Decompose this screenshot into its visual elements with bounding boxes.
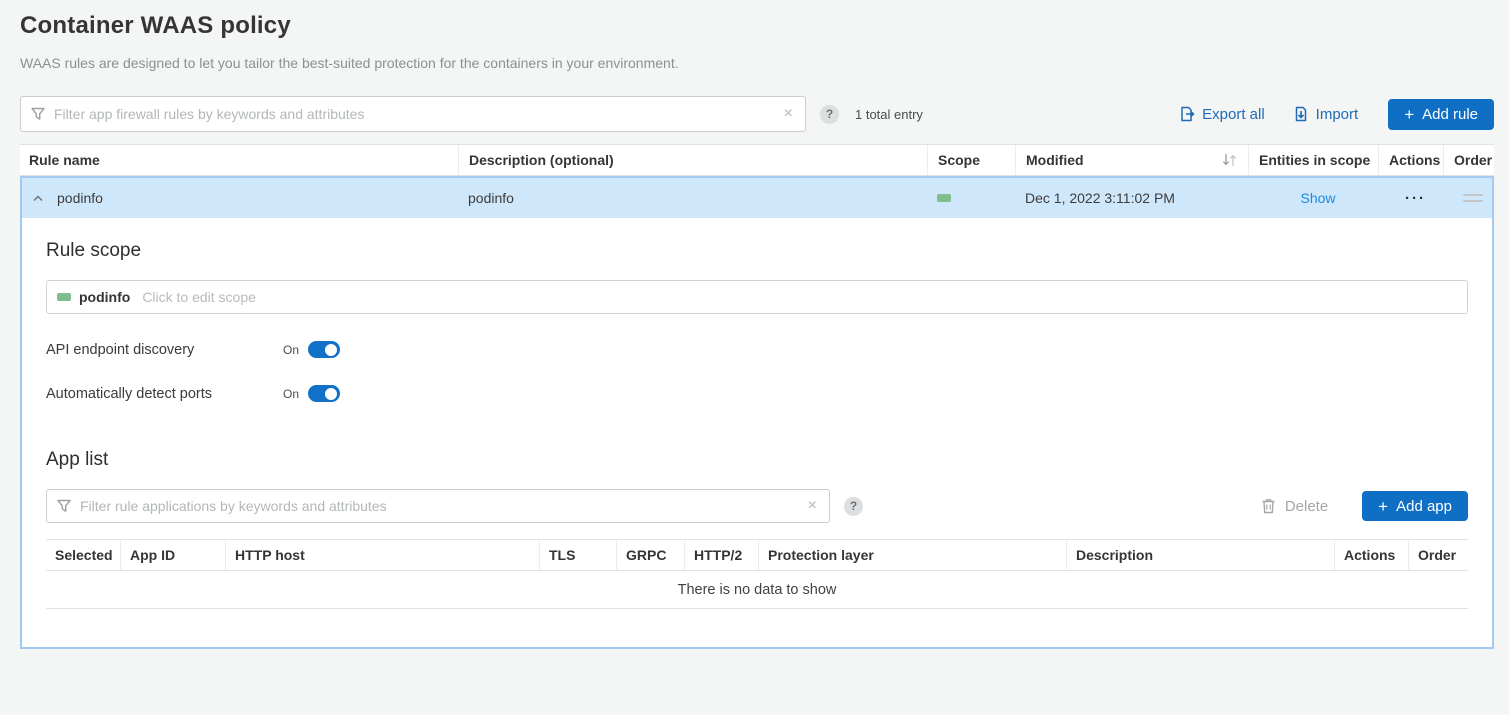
toolbar-actions: Export all Import + Add rule [1179, 99, 1494, 130]
clear-filter-icon[interactable]: × [806, 498, 819, 514]
rules-table: Rule name Description (optional) Scope M… [20, 144, 1494, 649]
cell-modified: Dec 1, 2022 3:11:02 PM [1015, 178, 1248, 218]
cell-order [1443, 178, 1492, 218]
help-icon[interactable]: ? [820, 105, 839, 124]
export-all-button[interactable]: Export all [1179, 106, 1265, 123]
header-actions: Actions [1378, 145, 1443, 175]
scope-value: podinfo [79, 289, 130, 305]
cell-rule-name: podinfo [22, 178, 458, 218]
plus-icon: + [1404, 106, 1414, 123]
actions-menu-icon[interactable]: ··· [1405, 190, 1426, 207]
drag-handle-icon[interactable] [1463, 194, 1483, 202]
help-icon[interactable]: ? [844, 497, 863, 516]
filter-funnel-icon [57, 499, 71, 513]
add-rule-label: Add rule [1422, 106, 1478, 123]
rules-filter-box[interactable]: × [20, 96, 806, 132]
total-entry-count: 1 total entry [855, 107, 923, 122]
sort-icon[interactable] [1221, 153, 1238, 167]
header-order: Order [1443, 145, 1494, 175]
app-list-heading: App list [46, 427, 1468, 471]
header-scope: Scope [927, 145, 1015, 175]
cell-description: podinfo [458, 178, 927, 218]
plus-icon: + [1378, 498, 1388, 515]
delete-app-button[interactable]: Delete [1261, 498, 1328, 515]
empty-table-message: There is no data to show [46, 571, 1468, 609]
delete-label: Delete [1285, 498, 1328, 515]
api-endpoint-discovery-toggle[interactable] [308, 341, 340, 358]
add-app-button[interactable]: + Add app [1362, 491, 1468, 521]
add-rule-button[interactable]: + Add rule [1388, 99, 1494, 130]
header-tls: TLS [539, 540, 616, 570]
app-filter-input[interactable] [80, 498, 806, 514]
rule-expanded-panel: Rule scope podinfo Click to edit scope A… [22, 218, 1492, 647]
app-filter-box[interactable]: × [46, 489, 830, 523]
page-subtitle: WAAS rules are designed to let you tailo… [0, 40, 1509, 71]
header-grpc: GRPC [616, 540, 684, 570]
api-endpoint-discovery-state: On [283, 343, 299, 357]
api-endpoint-discovery-label: API endpoint discovery [46, 342, 283, 358]
container-waas-policy-page: Container WAAS policy WAAS rules are des… [0, 0, 1509, 649]
scope-placeholder: Click to edit scope [142, 289, 256, 305]
app-list-toolbar: × ? Delete + Add app [46, 489, 1468, 523]
rules-toolbar: × ? 1 total entry Export all Import + Ad… [20, 96, 1494, 132]
header-protection-layer: Protection layer [758, 540, 1066, 570]
scope-edit-field[interactable]: podinfo Click to edit scope [46, 280, 1468, 314]
cell-scope [927, 178, 1015, 218]
header-rule-name: Rule name [20, 145, 458, 175]
table-row[interactable]: podinfo podinfo Dec 1, 2022 3:11:02 PM S… [22, 178, 1492, 218]
scope-collection-icon [57, 293, 71, 301]
auto-detect-ports-label: Automatically detect ports [46, 386, 283, 402]
header-app-order: Order [1408, 540, 1468, 570]
app-table: Selected App ID HTTP host TLS GRPC HTTP/… [46, 539, 1468, 609]
filter-funnel-icon [31, 107, 45, 121]
export-icon [1179, 106, 1195, 122]
import-label: Import [1316, 106, 1359, 123]
show-entities-link[interactable]: Show [1300, 190, 1335, 206]
clear-filter-icon[interactable]: × [782, 106, 795, 122]
header-selected: Selected [46, 540, 120, 570]
header-description: Description (optional) [458, 145, 927, 175]
cell-entities-in-scope: Show [1248, 178, 1378, 218]
api-endpoint-discovery-row: API endpoint discovery On [46, 341, 1468, 358]
header-http-host: HTTP host [225, 540, 539, 570]
auto-detect-ports-toggle[interactable] [308, 385, 340, 402]
header-entities-in-scope: Entities in scope [1248, 145, 1378, 175]
trash-icon [1261, 498, 1276, 514]
rule-scope-heading: Rule scope [46, 218, 1468, 262]
header-app-actions: Actions [1334, 540, 1408, 570]
page-title: Container WAAS policy [0, 0, 1509, 40]
header-app-description: Description [1066, 540, 1334, 570]
export-all-label: Export all [1202, 106, 1265, 123]
header-app-id: App ID [120, 540, 225, 570]
import-button[interactable]: Import [1293, 106, 1359, 123]
rule-group-podinfo: podinfo podinfo Dec 1, 2022 3:11:02 PM S… [20, 176, 1494, 649]
import-icon [1293, 106, 1309, 122]
collapse-chevron-icon[interactable] [33, 195, 43, 202]
app-table-header: Selected App ID HTTP host TLS GRPC HTTP/… [46, 539, 1468, 571]
add-app-label: Add app [1396, 498, 1452, 515]
auto-detect-ports-row: Automatically detect ports On [46, 385, 1468, 402]
scope-collection-icon [937, 194, 951, 202]
rules-filter-input[interactable] [54, 106, 782, 122]
auto-detect-ports-state: On [283, 387, 299, 401]
header-http2: HTTP/2 [684, 540, 758, 570]
cell-actions: ··· [1378, 178, 1443, 218]
header-modified: Modified [1015, 145, 1248, 175]
rules-table-header: Rule name Description (optional) Scope M… [20, 144, 1494, 176]
